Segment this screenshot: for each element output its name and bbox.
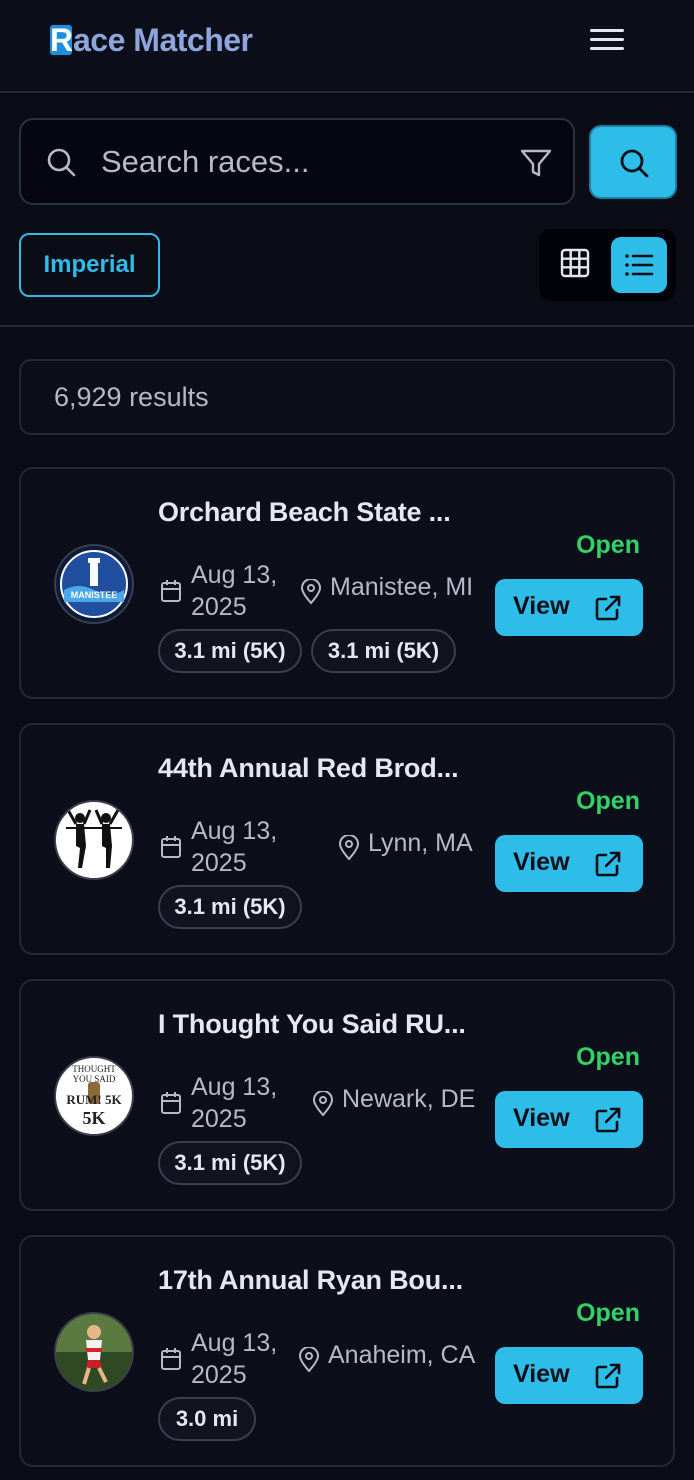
logo-text: ace Matcher <box>73 22 253 58</box>
race-title[interactable]: 44th Annual Red Brod... <box>158 753 459 784</box>
search-box <box>19 118 575 205</box>
race-card[interactable]: 17th Annual Ryan Bou... Aug 13, 2025 Anah… <box>19 1235 675 1467</box>
location-pin-icon <box>338 835 360 861</box>
app-header: Race Matcher <box>0 0 694 93</box>
view-race-button[interactable]: View <box>495 835 643 892</box>
external-link-icon <box>595 1107 621 1133</box>
external-link-icon <box>595 851 621 877</box>
app-logo[interactable]: Race Matcher <box>50 22 253 59</box>
race-avatar <box>54 800 134 880</box>
race-card[interactable]: 44th Annual Red Brod... Aug 13, 2025 Lynn… <box>19 723 675 955</box>
view-race-button[interactable]: View <box>495 1347 643 1404</box>
view-race-button[interactable]: View <box>495 579 643 636</box>
units-toggle-button[interactable]: Imperial <box>19 233 160 297</box>
view-mode-toggle <box>539 229 676 301</box>
calendar-icon <box>161 836 181 858</box>
search-input[interactable] <box>101 140 501 184</box>
race-date: Aug 13, 2025 <box>191 561 278 621</box>
filter-icon[interactable] <box>519 146 553 180</box>
external-link-icon <box>595 1363 621 1389</box>
status-badge: Open <box>576 531 640 559</box>
race-card[interactable]: THOUGHT YOU SAID RUM! 5K 5K I Thought Yo… <box>19 979 675 1211</box>
svg-text:MANISTEE: MANISTEE <box>71 590 118 600</box>
distance-chip: 3.1 mi (5K) <box>311 629 456 673</box>
race-date: Aug 13, 2025 <box>191 1073 278 1133</box>
race-location: Anaheim, CA <box>328 1341 476 1369</box>
view-race-button[interactable]: View <box>495 1091 643 1148</box>
results-count: 6,929 results <box>19 359 675 435</box>
status-badge: Open <box>576 1299 640 1327</box>
distance-chip: 3.0 mi <box>158 1397 256 1441</box>
race-title[interactable]: 17th Annual Ryan Bou... <box>158 1265 463 1296</box>
svg-text:RUM! 5K: RUM! 5K <box>66 1092 122 1107</box>
race-avatar: MANISTEE <box>54 544 134 624</box>
search-toolbar: Imperial <box>0 95 694 327</box>
calendar-icon <box>161 580 181 602</box>
search-button[interactable] <box>589 125 677 199</box>
distance-chip: 3.1 mi (5K) <box>158 885 302 929</box>
status-badge: Open <box>576 1043 640 1071</box>
race-location: Newark, DE <box>342 1085 476 1113</box>
race-date: Aug 13, 2025 <box>191 817 278 877</box>
external-link-icon <box>595 595 621 621</box>
grid-view-icon[interactable] <box>559 245 591 281</box>
distance-chip: 3.1 mi (5K) <box>158 629 302 673</box>
location-pin-icon <box>298 1347 320 1373</box>
race-avatar: THOUGHT YOU SAID RUM! 5K 5K <box>54 1056 134 1136</box>
location-pin-icon <box>312 1091 334 1117</box>
list-view-button[interactable] <box>611 237 667 293</box>
race-title[interactable]: Orchard Beach State ... <box>158 497 451 528</box>
svg-text:THOUGHT: THOUGHT <box>72 1064 116 1074</box>
svg-text:5K: 5K <box>82 1108 105 1128</box>
calendar-icon <box>161 1092 181 1114</box>
search-icon <box>47 148 76 177</box>
calendar-icon <box>161 1348 181 1370</box>
list-view-icon <box>625 254 654 276</box>
race-date: Aug 13, 2025 <box>191 1329 278 1389</box>
race-avatar <box>54 1312 134 1392</box>
logo-initial: R <box>50 22 73 58</box>
location-pin-icon <box>300 579 322 605</box>
race-card[interactable]: MANISTEE Orchard Beach State ... Aug 13,… <box>19 467 675 699</box>
race-location: Manistee, MI <box>330 573 474 601</box>
status-badge: Open <box>576 787 640 815</box>
search-icon <box>620 149 649 178</box>
race-title[interactable]: I Thought You Said RU... <box>158 1009 466 1040</box>
hamburger-menu-icon[interactable] <box>588 24 626 56</box>
distance-chip: 3.1 mi (5K) <box>158 1141 302 1185</box>
race-location: Lynn, MA <box>368 829 473 857</box>
